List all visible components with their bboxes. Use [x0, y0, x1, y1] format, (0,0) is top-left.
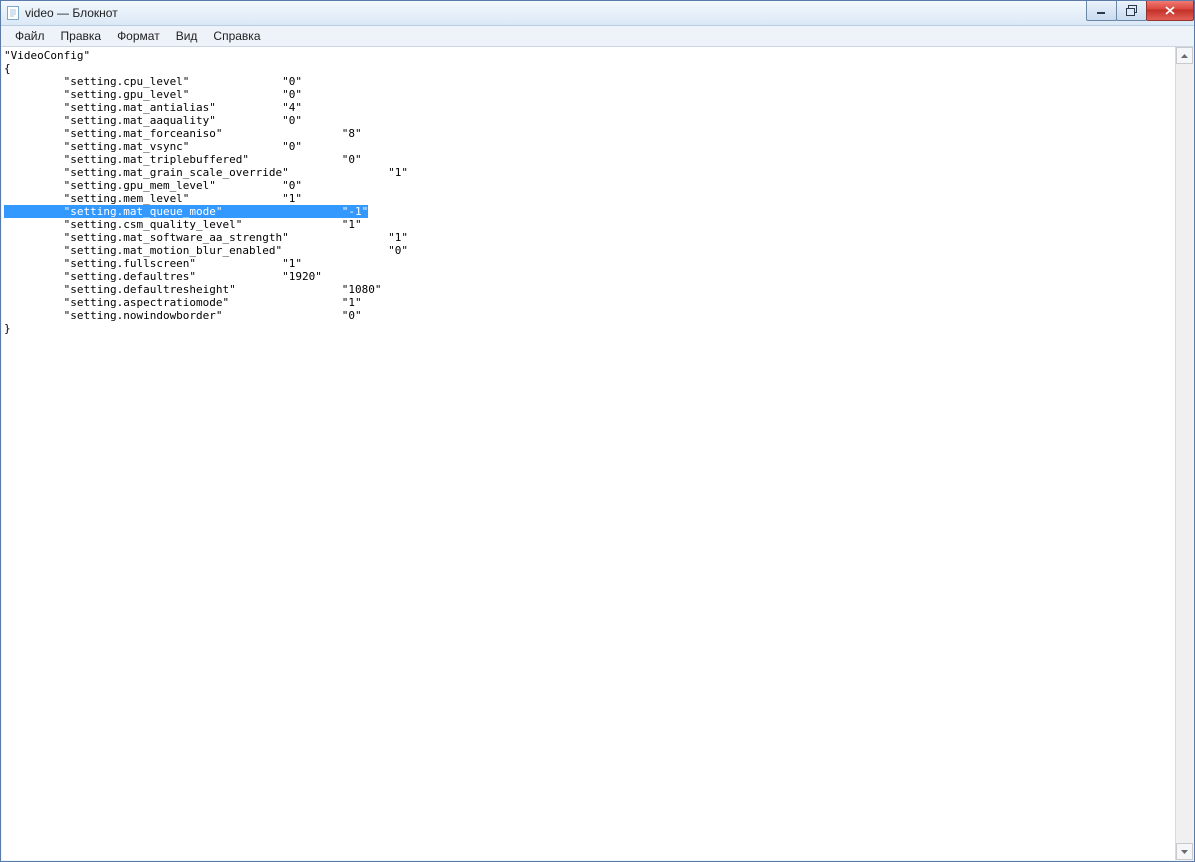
- setting-line: "setting.mat_queue_mode" "-1": [4, 205, 1174, 218]
- minimize-button[interactable]: [1086, 1, 1117, 21]
- window-title: video — Блокнот: [25, 6, 118, 20]
- setting-line: "setting.mat_software_aa_strength" "1": [4, 231, 1174, 244]
- menu-file[interactable]: Файл: [7, 27, 53, 45]
- setting-line: "setting.cpu_level" "0": [4, 75, 1174, 88]
- setting-line: "setting.mat_antialias" "4": [4, 101, 1174, 114]
- setting-line: "setting.mat_grain_scale_override" "1": [4, 166, 1174, 179]
- setting-line: "setting.aspectratiomode" "1": [4, 296, 1174, 309]
- menu-bar: Файл Правка Формат Вид Справка: [1, 26, 1194, 47]
- config-header: "VideoConfig": [4, 49, 1174, 62]
- setting-line: "setting.mat_vsync" "0": [4, 140, 1174, 153]
- notepad-icon: [5, 5, 21, 21]
- notepad-window: video — Блокнот Файл Правка Формат Вид С…: [0, 0, 1195, 862]
- menu-edit[interactable]: Правка: [53, 27, 110, 45]
- open-brace: {: [4, 62, 1174, 75]
- setting-line: "setting.nowindowborder" "0": [4, 309, 1174, 322]
- close-button[interactable]: [1146, 1, 1194, 21]
- setting-line: "setting.gpu_mem_level" "0": [4, 179, 1174, 192]
- setting-line: "setting.mat_triplebuffered" "0": [4, 153, 1174, 166]
- setting-line: "setting.mat_forceaniso" "8": [4, 127, 1174, 140]
- setting-line: "setting.gpu_level" "0": [4, 88, 1174, 101]
- setting-line: "setting.defaultresheight" "1080": [4, 283, 1174, 296]
- vertical-scrollbar[interactable]: [1175, 47, 1193, 860]
- selected-text: "setting.mat_queue_mode" "-1": [4, 205, 368, 218]
- setting-line: "setting.mat_aaquality" "0": [4, 114, 1174, 127]
- maximize-button[interactable]: [1116, 1, 1147, 21]
- close-brace: }: [4, 322, 1174, 335]
- setting-line: "setting.defaultres" "1920": [4, 270, 1174, 283]
- setting-line: "setting.fullscreen" "1": [4, 257, 1174, 270]
- menu-format[interactable]: Формат: [109, 27, 168, 45]
- scroll-down-button[interactable]: [1176, 843, 1193, 860]
- titlebar[interactable]: video — Блокнот: [1, 1, 1194, 26]
- text-area-container: "VideoConfig"{ "setting.cpu_level" "0" "…: [2, 46, 1193, 860]
- setting-line: "setting.mat_motion_blur_enabled" "0": [4, 244, 1174, 257]
- menu-help[interactable]: Справка: [205, 27, 268, 45]
- setting-line: "setting.mem_level" "1": [4, 192, 1174, 205]
- scroll-up-button[interactable]: [1176, 47, 1193, 64]
- text-area[interactable]: "VideoConfig"{ "setting.cpu_level" "0" "…: [2, 47, 1176, 860]
- window-buttons: [1087, 1, 1194, 21]
- setting-line: "setting.csm_quality_level" "1": [4, 218, 1174, 231]
- menu-view[interactable]: Вид: [168, 27, 206, 45]
